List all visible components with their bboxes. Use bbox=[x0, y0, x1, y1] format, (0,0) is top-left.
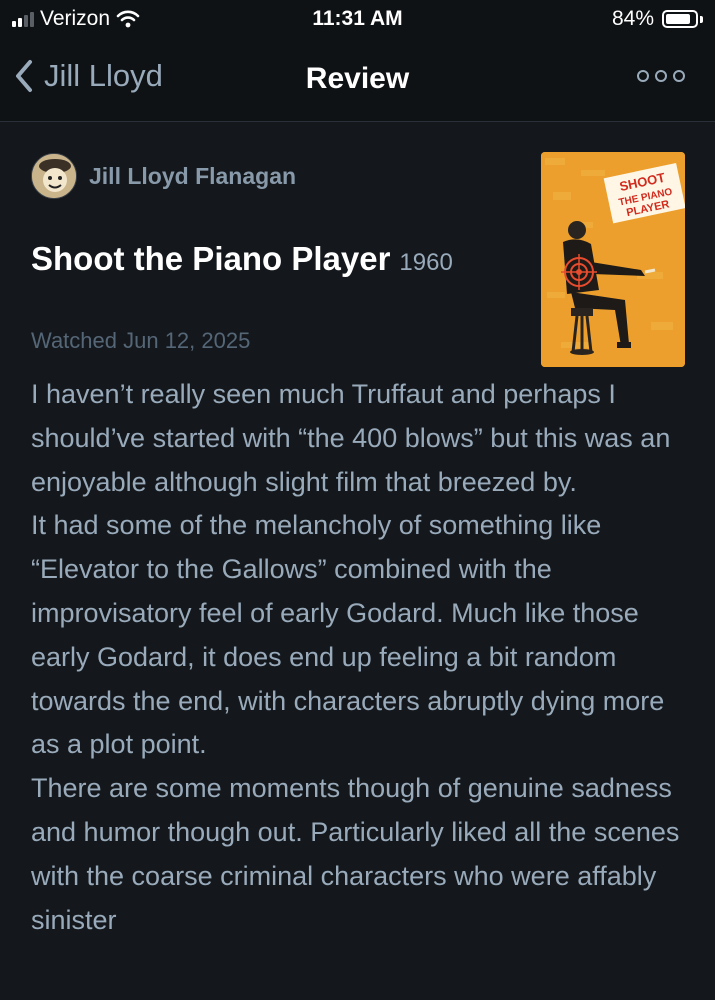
status-bar: Verizon 11:31 AM 84% bbox=[0, 0, 715, 40]
review-content: Jill Lloyd Flanagan Shoot the Piano Play… bbox=[0, 122, 715, 1000]
battery-group: 84% bbox=[612, 7, 703, 31]
nav-bar: Jill Lloyd Review bbox=[0, 40, 715, 121]
film-title-row[interactable]: Shoot the Piano Player 1960 bbox=[31, 240, 453, 278]
avatar[interactable] bbox=[31, 153, 77, 199]
review-text: I haven’t really seen much Truffaut and … bbox=[31, 373, 691, 942]
chevron-left-icon bbox=[16, 60, 32, 92]
review-paragraph: There are some moments though of genuine… bbox=[31, 773, 680, 935]
review-paragraph: It had some of the melancholy of somethi… bbox=[31, 510, 665, 760]
more-options-icon[interactable] bbox=[637, 70, 685, 82]
watched-date: Watched Jun 12, 2025 bbox=[31, 328, 251, 353]
reviewer[interactable]: Jill Lloyd Flanagan bbox=[31, 153, 296, 199]
review-paragraph: I haven’t really seen much Truffaut and … bbox=[31, 379, 671, 497]
clock: 11:31 AM bbox=[312, 7, 403, 30]
battery-icon bbox=[662, 10, 698, 28]
battery-percent: 84% bbox=[611, 7, 654, 30]
back-label: Jill Lloyd bbox=[44, 58, 163, 93]
film-year[interactable]: 1960 bbox=[399, 249, 452, 277]
film-title[interactable]: Shoot the Piano Player bbox=[31, 240, 390, 278]
battery-level bbox=[666, 14, 690, 24]
film-poster[interactable]: SHOOT THE PIANO PLAYER bbox=[541, 152, 685, 367]
reviewer-name[interactable]: Jill Lloyd Flanagan bbox=[89, 163, 296, 190]
battery-tip bbox=[700, 15, 703, 23]
header: Verizon 11:31 AM 84% Jill Lloyd Review bbox=[0, 0, 715, 122]
back-button[interactable]: Jill Lloyd bbox=[14, 58, 163, 94]
